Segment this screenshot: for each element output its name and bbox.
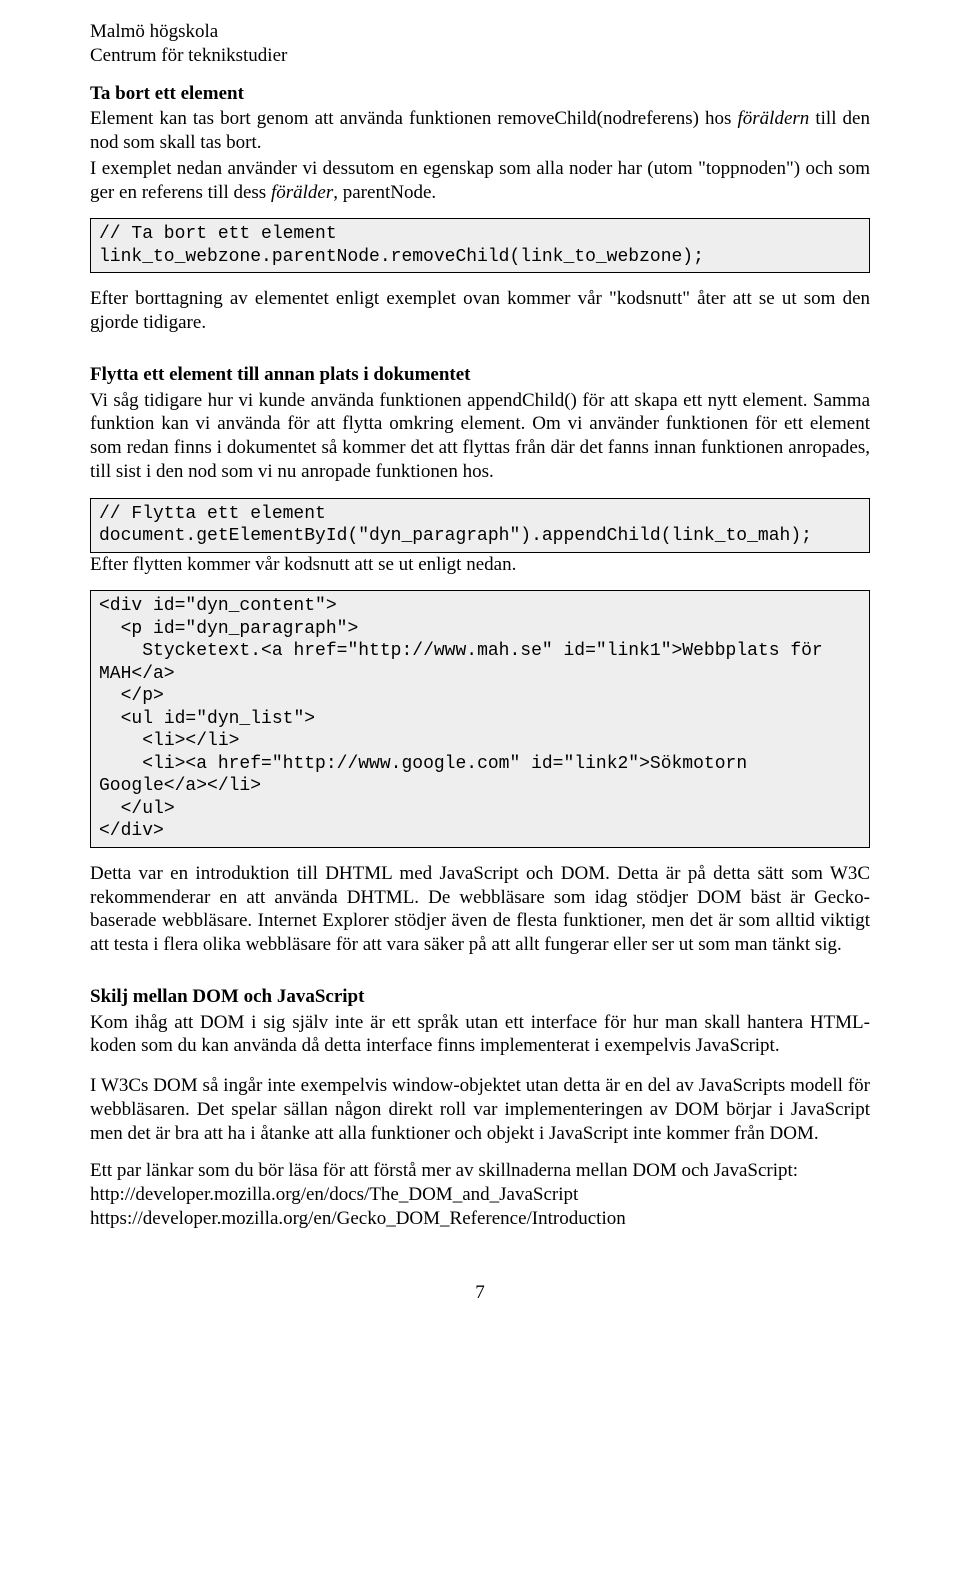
spacer xyxy=(90,1058,870,1072)
code-block-result: <div id="dyn_content"> <p id="dyn_paragr… xyxy=(90,590,870,848)
spacer xyxy=(90,957,870,971)
heading-skilj: Skilj mellan DOM och JavaScript xyxy=(90,985,870,1009)
italic-span: förälder xyxy=(271,182,333,203)
para-after-remove: Efter borttagning av elementet enligt ex… xyxy=(90,287,870,335)
code-block-move: // Flytta ett element document.getElemen… xyxy=(90,498,870,553)
page-header: Malmö högskola Centrum för teknikstudier xyxy=(90,20,870,68)
spacer xyxy=(90,1145,870,1159)
para-after-move: Efter flytten kommer vår kodsnutt att se… xyxy=(90,553,870,577)
reference-link-2: https://developer.mozilla.org/en/Gecko_D… xyxy=(90,1207,870,1231)
para-skilj-2: I W3Cs DOM så ingår inte exempelvis wind… xyxy=(90,1074,870,1145)
header-line-2: Centrum för teknikstudier xyxy=(90,44,870,68)
text-span: Element kan tas bort genom att använda f… xyxy=(90,108,738,129)
para-ta-bort-1: Element kan tas bort genom att använda f… xyxy=(90,107,870,155)
heading-ta-bort: Ta bort ett element xyxy=(90,82,870,106)
text-span: , parentNode. xyxy=(333,182,436,203)
para-ta-bort-2: I exemplet nedan använder vi dessutom en… xyxy=(90,157,870,205)
reference-link-1: http://developer.mozilla.org/en/docs/The… xyxy=(90,1183,870,1207)
para-flytta: Vi såg tidigare hur vi kunde använda fun… xyxy=(90,389,870,484)
page-number: 7 xyxy=(90,1281,870,1305)
heading-flytta: Flytta ett element till annan plats i do… xyxy=(90,363,870,387)
header-line-1: Malmö högskola xyxy=(90,20,870,44)
para-skilj-1: Kom ihåg att DOM i sig själv inte är ett… xyxy=(90,1011,870,1059)
italic-span: föräldern xyxy=(738,108,810,129)
para-links-intro: Ett par länkar som du bör läsa för att f… xyxy=(90,1159,870,1183)
code-block-remove: // Ta bort ett element link_to_webzone.p… xyxy=(90,218,870,273)
document-page: Malmö högskola Centrum för teknikstudier… xyxy=(0,0,960,1344)
spacer xyxy=(90,335,870,349)
para-conclusion: Detta var en introduktion till DHTML med… xyxy=(90,862,870,957)
text-span: I exemplet nedan använder vi dessutom en… xyxy=(90,158,870,203)
